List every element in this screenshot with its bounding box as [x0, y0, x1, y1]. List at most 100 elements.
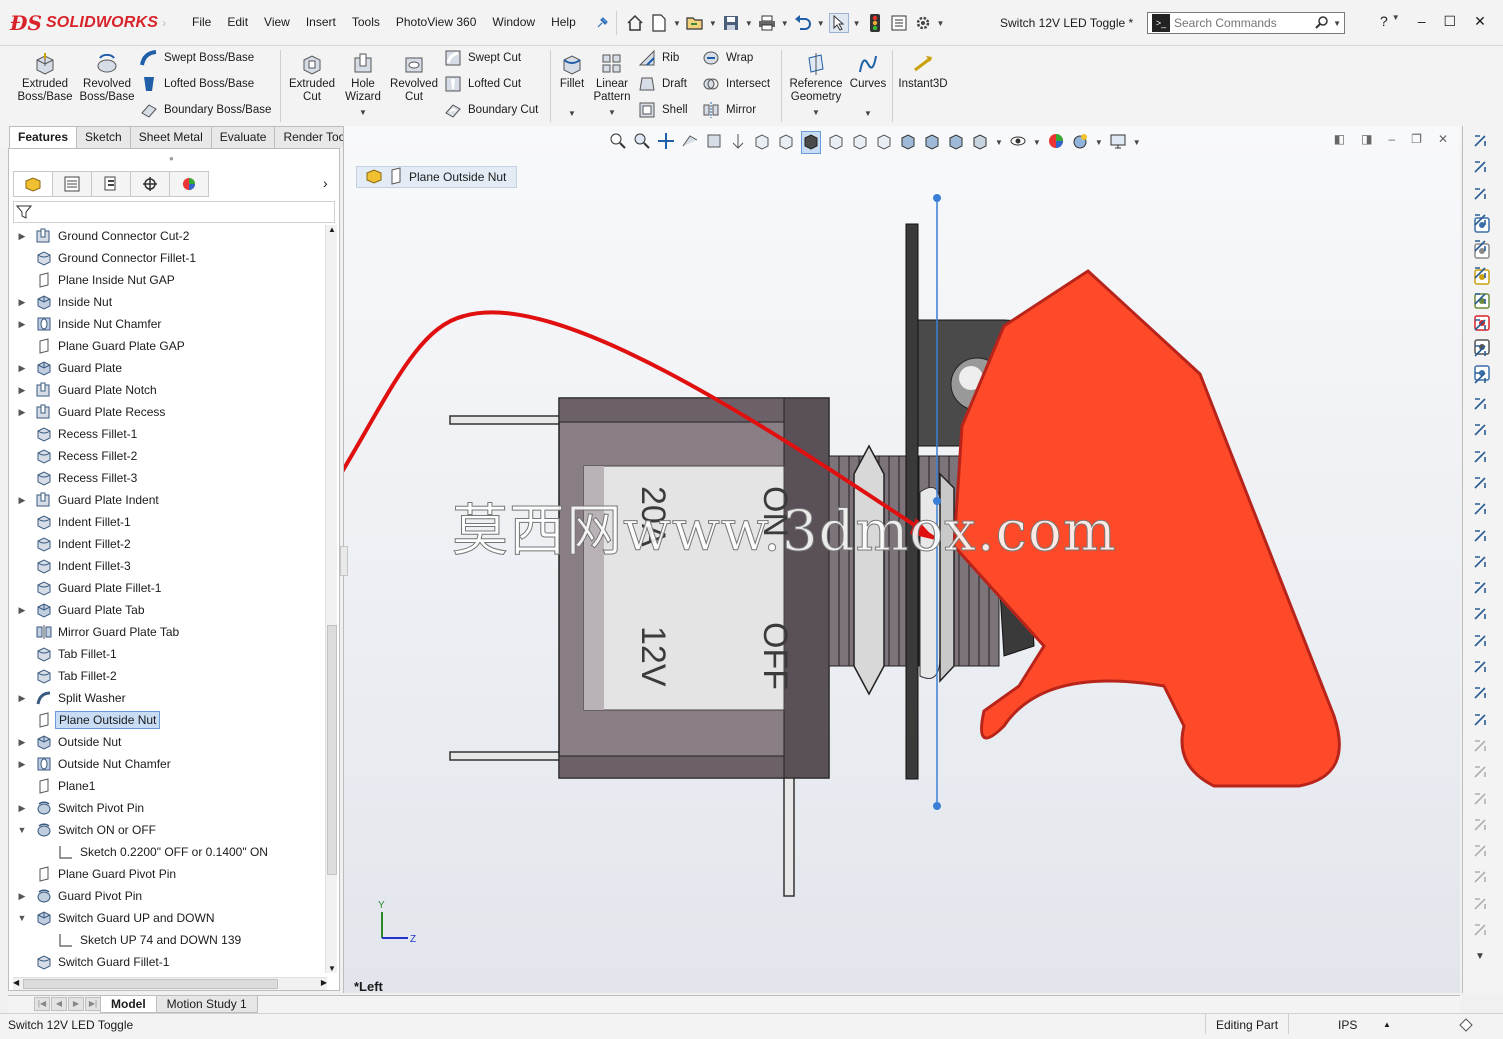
- save-icon[interactable]: [721, 13, 741, 33]
- revolved-boss-button[interactable]: Revolved Boss/Base: [78, 52, 136, 104]
- tree-node[interactable]: Tab Fillet-1: [9, 643, 327, 665]
- chevron-down-icon[interactable]: ▼: [995, 138, 1003, 147]
- note-icon[interactable]: [1469, 788, 1491, 810]
- tree-node[interactable]: Mirror Guard Plate Tab: [9, 621, 327, 643]
- plane-icon[interactable]: [389, 166, 403, 188]
- tree-node[interactable]: ▶ Ground Connector Cut-2: [9, 225, 327, 247]
- select-cursor-icon[interactable]: [828, 13, 849, 33]
- tree-node[interactable]: Sketch UP 74 and DOWN 139: [9, 929, 327, 951]
- tree-node[interactable]: Plane Inside Nut GAP: [9, 269, 327, 291]
- reference-geometry-button[interactable]: Reference Geometry ▼: [786, 52, 846, 119]
- panel-collapse-handle[interactable]: [340, 546, 348, 576]
- tree-node[interactable]: Guard Plate Fillet-1: [9, 577, 327, 599]
- view-orientation-icon[interactable]: [729, 132, 747, 153]
- configuration-manager-tab[interactable]: [91, 171, 131, 197]
- undo-icon[interactable]: [793, 13, 813, 33]
- print-icon[interactable]: [757, 13, 777, 33]
- collapse-arrow-icon[interactable]: ▼: [17, 825, 27, 835]
- lofted-cut-button[interactable]: Lofted Cut: [444, 74, 521, 94]
- chevron-down-icon[interactable]: ▼: [1033, 138, 1041, 147]
- tree-node[interactable]: ▶ Guard Plate Tab: [9, 599, 327, 621]
- chevron-down-icon[interactable]: ▼: [786, 106, 846, 119]
- display-style-icon[interactable]: [971, 132, 989, 153]
- graphics-area[interactable]: ON OFF 20A 12V Y Z 莫西网www.3dmox.com ▼ ▼ …: [340, 126, 1460, 994]
- next-view-icon[interactable]: ◨: [1361, 132, 1372, 146]
- wrap-button[interactable]: Wrap: [702, 48, 753, 68]
- previous-view-icon[interactable]: ◧: [1334, 132, 1345, 146]
- tolerance-icon[interactable]: [1469, 735, 1491, 757]
- expand-arrow-icon[interactable]: ▶: [17, 319, 27, 330]
- tab-motion-study-1[interactable]: Motion Study 1: [155, 996, 258, 1013]
- scrollbar-thumb[interactable]: [23, 979, 278, 989]
- dimension-icon[interactable]: [1469, 156, 1491, 178]
- expand-arrow-icon[interactable]: ▶: [17, 737, 27, 748]
- feature-tree-vertical-scrollbar[interactable]: ▲ ▼: [325, 225, 337, 973]
- property-manager-tab[interactable]: [52, 171, 92, 197]
- balloon-icon[interactable]: [1469, 814, 1491, 836]
- isometric-view-icon[interactable]: [899, 132, 917, 153]
- instant3d-button[interactable]: Instant3D: [896, 52, 950, 91]
- display-manager-tab[interactable]: [169, 171, 209, 197]
- intersect-button[interactable]: Intersect: [702, 74, 770, 94]
- expand-arrow-icon[interactable]: ▶: [17, 891, 27, 902]
- sketch-tools-icon[interactable]: [1469, 130, 1491, 152]
- first-tab-icon[interactable]: |◀: [34, 997, 50, 1011]
- tab-features[interactable]: Features: [9, 126, 78, 148]
- table-icon[interactable]: [1469, 919, 1491, 941]
- expand-more-icon[interactable]: ▼: [1469, 945, 1491, 967]
- chevron-down-icon[interactable]: ▼: [339, 106, 387, 119]
- check-icon[interactable]: [1469, 314, 1491, 336]
- minimize-view-icon[interactable]: –: [1388, 132, 1395, 146]
- tab-model[interactable]: Model: [100, 996, 157, 1013]
- tree-node[interactable]: Switch Guard Fillet-1: [9, 951, 327, 973]
- relations-icon[interactable]: [1469, 183, 1491, 205]
- extruded-boss-button[interactable]: Extruded Boss/Base: [14, 52, 76, 104]
- status-units[interactable]: IPS: [1338, 1018, 1357, 1032]
- zoom-to-fit-icon[interactable]: [609, 132, 627, 153]
- boundary-boss-button[interactable]: Boundary Boss/Base: [140, 100, 271, 120]
- tree-node[interactable]: ▼ Switch Guard UP and DOWN: [9, 907, 327, 929]
- solidworks-logo[interactable]: ƉS SOLIDWORKS ›: [10, 6, 166, 40]
- deviation-icon[interactable]: [1469, 603, 1491, 625]
- expand-arrow-icon[interactable]: ▶: [17, 495, 27, 506]
- view-settings-icon[interactable]: [1109, 132, 1127, 153]
- view-cube-bottom-icon[interactable]: [875, 132, 893, 153]
- apply-scene-icon[interactable]: [1071, 132, 1089, 153]
- weld-icon[interactable]: [1469, 840, 1491, 862]
- expand-arrow-icon[interactable]: ▶: [17, 297, 27, 308]
- next-tab-icon[interactable]: ▶: [68, 997, 84, 1011]
- pan-icon[interactable]: [657, 132, 675, 153]
- zebra-icon[interactable]: [1469, 577, 1491, 599]
- hole-wizard-button[interactable]: Hole Wizard ▼: [339, 52, 387, 119]
- menu-file[interactable]: File: [184, 15, 219, 29]
- curves-button[interactable]: Curves ▼: [849, 52, 887, 120]
- tree-node[interactable]: Indent Fillet-3: [9, 555, 327, 577]
- chevron-down-icon[interactable]: ▼: [1333, 19, 1341, 28]
- chevron-down-icon[interactable]: ▼: [673, 19, 681, 28]
- parting-line-icon[interactable]: [1469, 525, 1491, 547]
- search-icon[interactable]: [1315, 15, 1329, 32]
- tree-node[interactable]: Plane Guard Pivot Pin: [9, 863, 327, 885]
- file-properties-icon[interactable]: [889, 13, 909, 33]
- dimxpert-icon[interactable]: [1469, 709, 1491, 731]
- geometry-analysis-icon[interactable]: [1469, 367, 1491, 389]
- thickness-icon[interactable]: [1469, 393, 1491, 415]
- minimize-icon[interactable]: –: [1418, 13, 1426, 30]
- view-cube-left-icon[interactable]: [801, 130, 821, 154]
- tree-node[interactable]: Recess Fillet-2: [9, 445, 327, 467]
- tree-node[interactable]: ▶ Switch Pivot Pin: [9, 797, 327, 819]
- filter-icon[interactable]: [15, 204, 33, 223]
- maximize-icon[interactable]: ☐: [1444, 13, 1457, 30]
- chevron-down-icon[interactable]: ▼: [817, 19, 825, 28]
- feature-manager-tab[interactable]: [13, 171, 53, 197]
- tree-node[interactable]: Plane Outside Nut: [9, 709, 327, 731]
- extruded-cut-button[interactable]: Extruded Cut: [285, 52, 339, 104]
- breadcrumb[interactable]: Plane Outside Nut: [356, 166, 518, 188]
- expand-panel-chevron-icon[interactable]: ›: [323, 175, 328, 191]
- boundary-cut-button[interactable]: Boundary Cut: [444, 100, 538, 120]
- mass-properties-icon[interactable]: [1469, 235, 1491, 257]
- menu-help[interactable]: Help: [543, 15, 584, 29]
- curvature-icon[interactable]: [1469, 551, 1491, 573]
- expand-arrow-icon[interactable]: ▶: [17, 385, 27, 396]
- view-cube-back-icon[interactable]: [777, 132, 795, 153]
